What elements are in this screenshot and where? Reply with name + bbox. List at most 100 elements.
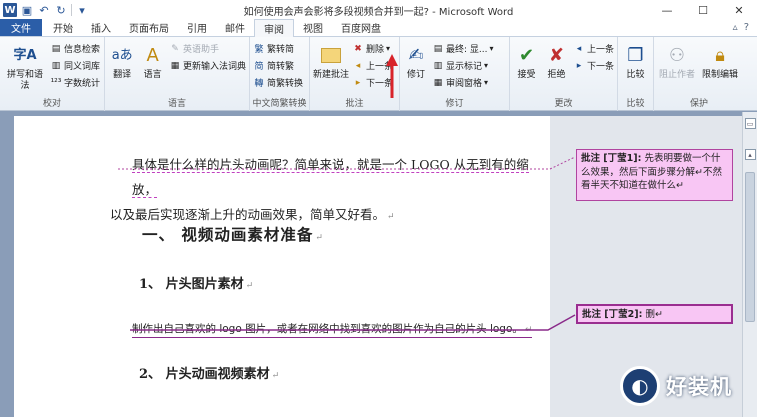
- spelling-grammar-button[interactable]: 字A 拼写和语法: [3, 39, 47, 95]
- redo-icon[interactable]: ↻: [54, 3, 68, 17]
- qat-separator: [71, 4, 72, 16]
- research-icon: ▤: [51, 43, 61, 54]
- review-pane-icon: ▦: [433, 77, 443, 88]
- comment-balloon-1[interactable]: 批注 [丁莹1]: 先表明要做一个什么效果，然后下面步骤分解↵不然看半天不知道在…: [576, 149, 733, 201]
- tab-insert[interactable]: 插入: [82, 19, 120, 36]
- group-proofing: 字A 拼写和语法 ▤ 信息检索 ▥ 同义词库 ¹²³ 字数统计 校对: [0, 37, 105, 111]
- qat-customize-icon[interactable]: ▾: [75, 3, 89, 17]
- update-ime-label: 更新输入法词典: [182, 62, 246, 72]
- group-protect: ⚇ 阻止作者 🔒︎ 限制编辑 保护: [654, 37, 744, 111]
- prev-change-button[interactable]: ◂ 上一条: [573, 41, 614, 56]
- accept-icon: ✔: [518, 44, 535, 66]
- tab-home[interactable]: 开始: [44, 19, 82, 36]
- word-count-label: 字数统计: [64, 79, 101, 89]
- compare-button[interactable]: ❐ 比较: [621, 39, 650, 95]
- next-change-label: 下一条: [586, 62, 614, 72]
- group-label-chinese: 中文简繁转换: [252, 99, 307, 109]
- tab-mailings[interactable]: 邮件: [216, 19, 254, 36]
- english-assistant-icon: ✎: [171, 43, 179, 54]
- track-changes-icon: ✍: [408, 44, 424, 66]
- new-comment-icon: [318, 42, 344, 68]
- tab-baidu-netdisk[interactable]: 百度网盘: [332, 19, 390, 36]
- chinese-convert-button[interactable]: 轉简繁转换: [253, 75, 303, 90]
- accept-label: 接受: [517, 70, 536, 80]
- group-label-protect: 保护: [689, 99, 708, 109]
- title-bar: W ▣ ↶ ↻ ▾ 如何使用会声会影将多段视频合并到一起? - Microsof…: [0, 0, 757, 20]
- word-count-button[interactable]: ¹²³ 字数统计: [50, 75, 100, 90]
- translate-icon: aあ: [111, 47, 133, 63]
- chinese-convert-label: 简繁转换: [267, 79, 304, 89]
- update-ime-button[interactable]: ▦ 更新输入法词典: [169, 58, 246, 73]
- translate-label: 翻译: [113, 70, 132, 80]
- language-label: 语言: [143, 70, 162, 80]
- spelling-label: 拼写和语法: [6, 70, 43, 91]
- tab-review[interactable]: 审阅: [254, 19, 294, 37]
- quick-access-toolbar: W ▣ ↶ ↻ ▾: [0, 0, 89, 20]
- accept-button[interactable]: ✔ 接受: [513, 39, 540, 95]
- comment-2-text: 删↵: [645, 309, 663, 320]
- lock-icon: 🔒︎: [715, 44, 725, 66]
- scroll-up-icon[interactable]: ▴: [744, 149, 756, 160]
- trad-to-simp-icon: 繁: [254, 45, 264, 55]
- display-review-dropdown-icon: ▾: [489, 44, 494, 53]
- block-authors-icon: ⚇: [668, 44, 686, 66]
- reject-button[interactable]: ✘ 拒绝: [543, 39, 570, 95]
- language-button[interactable]: A 语言: [139, 39, 166, 95]
- word-logo-icon[interactable]: W: [3, 3, 17, 17]
- minimize-button[interactable]: —: [649, 0, 685, 20]
- help-icon[interactable]: ?: [744, 22, 749, 33]
- show-markup-icon: ▥: [433, 60, 443, 71]
- tab-view[interactable]: 视图: [294, 19, 332, 36]
- reject-label: 拒绝: [547, 70, 566, 80]
- translate-button[interactable]: aあ 翻译: [108, 39, 136, 95]
- comment-balloon-2[interactable]: 批注 [丁莹2]: 删↵: [576, 304, 733, 324]
- display-for-review-select[interactable]: ▤ 最终: 显... ▾: [432, 41, 494, 56]
- tab-references[interactable]: 引用: [178, 19, 216, 36]
- undo-icon[interactable]: ↶: [37, 3, 51, 17]
- thesaurus-label: 同义词库: [64, 62, 101, 72]
- block-authors-button[interactable]: ⚇ 阻止作者: [657, 39, 697, 95]
- new-comment-button[interactable]: 新建批注: [313, 39, 349, 95]
- close-button[interactable]: ✕: [721, 0, 757, 20]
- scrollbar-thumb[interactable]: [745, 172, 755, 322]
- compare-label: 比较: [626, 70, 645, 80]
- prev-change-icon: ◂: [576, 43, 582, 54]
- research-button[interactable]: ▤ 信息检索: [50, 41, 100, 56]
- group-changes: ✔ 接受 ✘ 拒绝 ◂ 上一条 ▸ 下一条 更改: [510, 37, 618, 111]
- prev-comment-icon: ◂: [355, 60, 361, 71]
- view-ruler-icon[interactable]: ▭: [744, 118, 756, 129]
- research-label: 信息检索: [64, 45, 101, 55]
- display-review-label: 最终: 显...: [446, 45, 488, 55]
- review-pane-button[interactable]: ▦ 审阅窗格 ▾: [432, 75, 494, 90]
- review-pane-label: 审阅窗格: [446, 79, 483, 89]
- group-label-language: 语言: [167, 99, 186, 109]
- group-tracking: ✍ 修订 ▤ 最终: 显... ▾ ▥ 显示标记 ▾ ▦ 审阅窗格 ▾ 修订: [400, 37, 510, 111]
- group-label-changes: 更改: [554, 99, 573, 109]
- show-markup-button[interactable]: ▥ 显示标记 ▾: [432, 58, 494, 73]
- window-title: 如何使用会声会影将多段视频合并到一起? - Microsoft Word: [243, 7, 514, 18]
- comment-1-author: 批注 [丁莹1]:: [581, 153, 642, 164]
- track-changes-button[interactable]: ✍ 修订: [403, 39, 429, 95]
- group-label-tracking: 修订: [445, 99, 464, 109]
- restrict-editing-label: 限制编辑: [701, 70, 738, 80]
- trad-to-simp-button[interactable]: 繁繁转简: [253, 41, 303, 56]
- display-review-icon: ▤: [433, 43, 443, 54]
- group-chinese-conversion: 繁繁转简 简简转繁 轉简繁转换 中文简繁转换: [250, 37, 310, 111]
- reject-icon: ✘: [548, 44, 565, 66]
- save-icon[interactable]: ▣: [20, 3, 34, 17]
- maximize-button[interactable]: ☐: [685, 0, 721, 20]
- simp-to-trad-button[interactable]: 简简转繁: [253, 58, 303, 73]
- next-change-button[interactable]: ▸ 下一条: [573, 58, 614, 73]
- next-change-icon: ▸: [576, 60, 582, 71]
- ribbon-minimize-icon[interactable]: ▵: [733, 22, 738, 33]
- restrict-editing-button[interactable]: 🔒︎ 限制编辑: [700, 39, 740, 95]
- delete-comment-label: 删除: [366, 45, 385, 55]
- review-pane-dropdown-icon: ▾: [484, 78, 489, 87]
- simp-to-trad-label: 简转繁: [267, 62, 295, 72]
- thesaurus-button[interactable]: ▥ 同义词库: [50, 58, 100, 73]
- english-assistant-button[interactable]: ✎ 英语助手: [169, 41, 246, 56]
- tab-file[interactable]: 文件: [0, 19, 42, 36]
- update-ime-icon: ▦: [170, 60, 180, 71]
- compare-icon: ❐: [627, 44, 644, 66]
- tab-page-layout[interactable]: 页面布局: [120, 19, 178, 36]
